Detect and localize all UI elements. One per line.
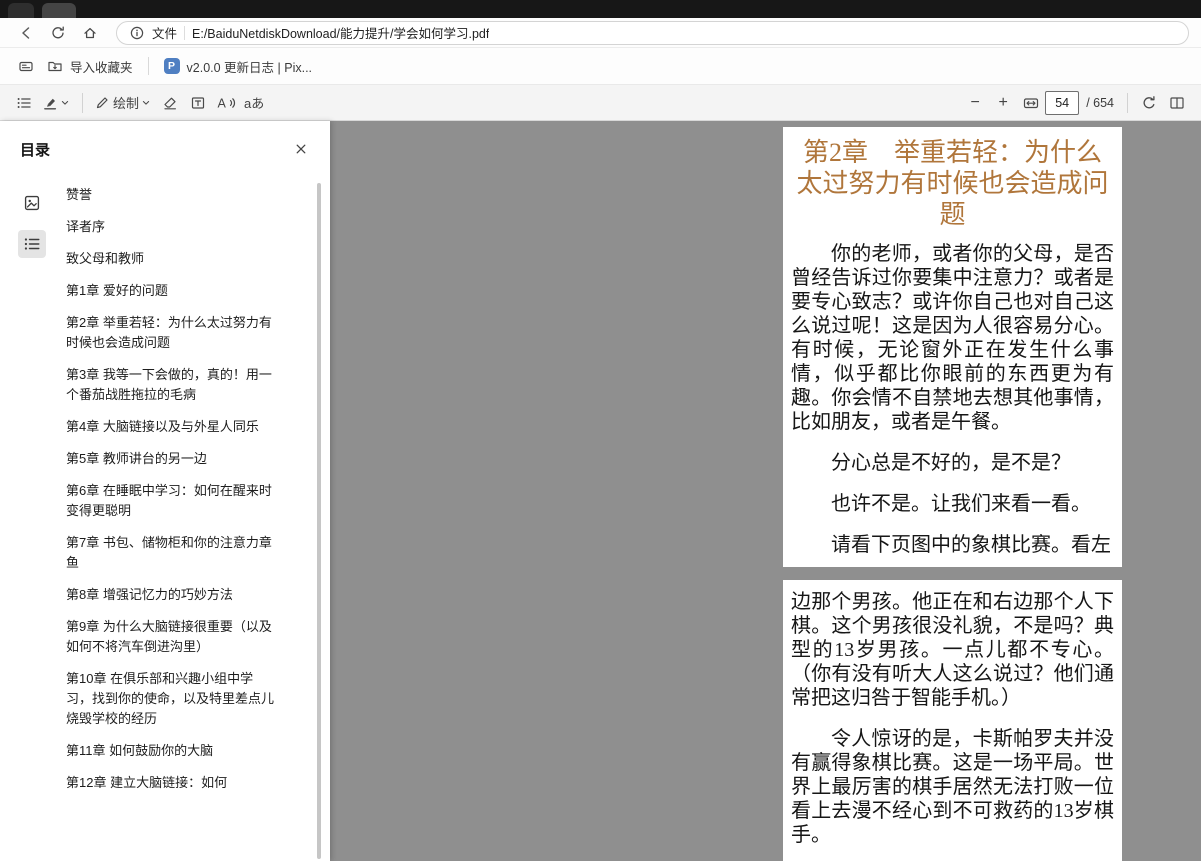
refresh-button[interactable] (44, 21, 72, 45)
toc-item[interactable]: 第1章 爱好的问题 (66, 281, 278, 301)
outline-tab-button[interactable] (18, 230, 46, 258)
highlight-button[interactable] (38, 89, 75, 117)
page-view-button[interactable] (1163, 89, 1191, 117)
sidebar-body: 赞誉 译者序 致父母和教师 第1章 爱好的问题 第2章 举重若轻：为什么太过努力… (0, 177, 330, 861)
import-favorites-button[interactable]: 导入收藏夹 (40, 53, 140, 80)
toc-item[interactable]: 译者序 (66, 217, 278, 237)
fit-to-width-button[interactable] (1017, 89, 1045, 117)
back-icon (18, 25, 34, 41)
paragraph: 边那个男孩。他正在和右边那个人下棋。这个男孩很没礼貌，不是吗？典型的13岁男孩。… (791, 590, 1114, 710)
info-icon (129, 25, 145, 41)
close-sidebar-button[interactable] (288, 136, 314, 162)
toc-item[interactable]: 第8章 增强记忆力的巧妙方法 (66, 585, 278, 605)
pen-icon (94, 95, 110, 111)
toc-sidebar: 目录 赞誉 译者序 致父母和教师 第1章 (0, 121, 330, 861)
read-aloud-button[interactable]: A (212, 89, 240, 117)
sidebar-icon-strip (0, 177, 66, 861)
browser-tab[interactable] (8, 3, 34, 18)
zoom-out-button[interactable]: − (961, 89, 989, 117)
toc-item[interactable]: 第9章 为什么大脑链接很重要（以及如何不将汽车倒进沟里） (66, 617, 278, 657)
paragraph: 请看下页图中的象棋比赛。看左 (791, 533, 1114, 557)
sidebar-title: 目录 (20, 139, 50, 160)
toc-item[interactable]: 第4章 大脑链接以及与外星人同乐 (66, 417, 278, 437)
zoom-out-icon: − (971, 94, 980, 112)
home-button[interactable] (76, 21, 104, 45)
chevron-down-icon (140, 97, 152, 109)
close-icon (293, 141, 309, 157)
toc-item[interactable]: 第2章 举重若轻：为什么太过努力有时候也会造成问题 (66, 313, 278, 353)
extension-favicon: P (164, 58, 180, 74)
sidebar-header: 目录 (0, 121, 330, 177)
chevron-down-icon (59, 97, 71, 109)
thumbnails-tab-button[interactable] (18, 189, 46, 217)
browser-tab-active[interactable] (42, 3, 76, 18)
pdf-toolbar: 绘制 A aあ − + / 654 (0, 85, 1201, 121)
paragraph: 分心总是不好的，是不是？ (791, 451, 1114, 475)
paragraph: 你的老师，或者你的父母，是否曾经告诉过你要集中注意力？或者是要专心致志？或许你自… (791, 242, 1114, 434)
table-of-contents-icon (16, 95, 32, 111)
import-folder-icon (47, 58, 63, 74)
address-bar: 文件 E:/BaiduNetdiskDownload/能力提升/学会如何学习.p… (0, 18, 1201, 48)
url-divider (184, 26, 185, 40)
chapter-title: 第2章 举重若轻：为什么太过努力有时候也会造成问题 (791, 137, 1114, 230)
sidebar-scrollbar[interactable] (317, 183, 321, 859)
toolbar-separator (1127, 93, 1128, 113)
draw-button[interactable]: 绘制 (90, 89, 156, 117)
bookmark-label: v2.0.0 更新日志 | Pix... (187, 57, 313, 76)
highlighter-icon (42, 95, 58, 111)
toc-item[interactable]: 第6章 在睡眠中学习：如何在醒来时变得更聪明 (66, 481, 278, 521)
url-scheme-label: 文件 (152, 23, 177, 42)
eraser-icon (162, 95, 178, 111)
tab-strip (0, 0, 1201, 18)
collections-icon (18, 58, 34, 74)
zoom-in-button[interactable]: + (989, 89, 1017, 117)
outline-list-icon (23, 235, 41, 253)
add-text-button[interactable] (184, 89, 212, 117)
home-icon (82, 25, 98, 41)
thumbnails-icon (23, 194, 41, 212)
browser-window: 文件 E:/BaiduNetdiskDownload/能力提升/学会如何学习.p… (0, 0, 1201, 861)
back-button[interactable] (12, 21, 40, 45)
page-number-input[interactable] (1045, 91, 1079, 115)
pdf-page-2: 边那个男孩。他正在和右边那个人下棋。这个男孩很没礼貌，不是吗？典型的13岁男孩。… (783, 580, 1122, 861)
import-favorites-label: 导入收藏夹 (70, 57, 133, 76)
url-text: E:/BaiduNetdiskDownload/能力提升/学会如何学习.pdf (192, 23, 489, 42)
bookmark-item[interactable]: P v2.0.0 更新日志 | Pix... (157, 53, 320, 80)
toc-item[interactable]: 第5章 教师讲台的另一边 (66, 449, 278, 469)
toc-panel-button[interactable] (10, 89, 38, 117)
refresh-icon (50, 25, 66, 41)
favorites-bar: 导入收藏夹 P v2.0.0 更新日志 | Pix... (0, 48, 1201, 85)
rotate-button[interactable] (1135, 89, 1163, 117)
toc-item[interactable]: 致父母和教师 (66, 249, 278, 269)
page-view-icon (1169, 95, 1185, 111)
translate-icon: aあ (244, 93, 264, 112)
toc-item[interactable]: 赞誉 (66, 185, 278, 205)
toc-list: 赞誉 译者序 致父母和教师 第1章 爱好的问题 第2章 举重若轻：为什么太过努力… (66, 177, 278, 861)
url-field[interactable]: 文件 E:/BaiduNetdiskDownload/能力提升/学会如何学习.p… (116, 21, 1189, 45)
text-box-icon (190, 95, 206, 111)
translate-button[interactable]: aあ (240, 89, 268, 117)
pdf-page-1: 第2章 举重若轻：为什么太过努力有时候也会造成问题 你的老师，或者你的父母，是否… (783, 127, 1122, 567)
paragraph: 令人惊讶的是，卡斯帕罗夫并没有赢得象棋比赛。这是一场平局。世界上最厉害的棋手居然… (791, 727, 1114, 847)
favorites-separator (148, 57, 149, 75)
toc-item[interactable]: 第11章 如何鼓励你的大脑 (66, 741, 278, 761)
main-area: 目录 赞誉 译者序 致父母和教师 第1章 (0, 121, 1201, 861)
rotate-icon (1141, 95, 1157, 111)
collections-button[interactable] (12, 54, 40, 78)
pdf-viewport[interactable]: 第2章 举重若轻：为什么太过努力有时候也会造成问题 你的老师，或者你的父母，是否… (330, 121, 1201, 861)
fit-width-icon (1023, 95, 1039, 111)
toc-item[interactable]: 第10章 在俱乐部和兴趣小组中学习，找到你的使命，以及特里差点儿烧毁学校的经历 (66, 669, 278, 729)
toolbar-separator (82, 93, 83, 113)
draw-label: 绘制 (113, 93, 139, 112)
read-aloud-icon: A (217, 95, 236, 111)
toc-item[interactable]: 第7章 书包、储物柜和你的注意力章鱼 (66, 533, 278, 573)
page-total-label: / 654 (1086, 96, 1114, 110)
erase-button[interactable] (156, 89, 184, 117)
zoom-in-icon: + (999, 94, 1008, 112)
toc-item[interactable]: 第12章 建立大脑链接：如何 (66, 773, 278, 793)
svg-text:A: A (217, 96, 226, 110)
paragraph: 也许不是。让我们来看一看。 (791, 492, 1114, 516)
toc-item[interactable]: 第3章 我等一下会做的，真的！用一个番茄战胜拖拉的毛病 (66, 365, 278, 405)
